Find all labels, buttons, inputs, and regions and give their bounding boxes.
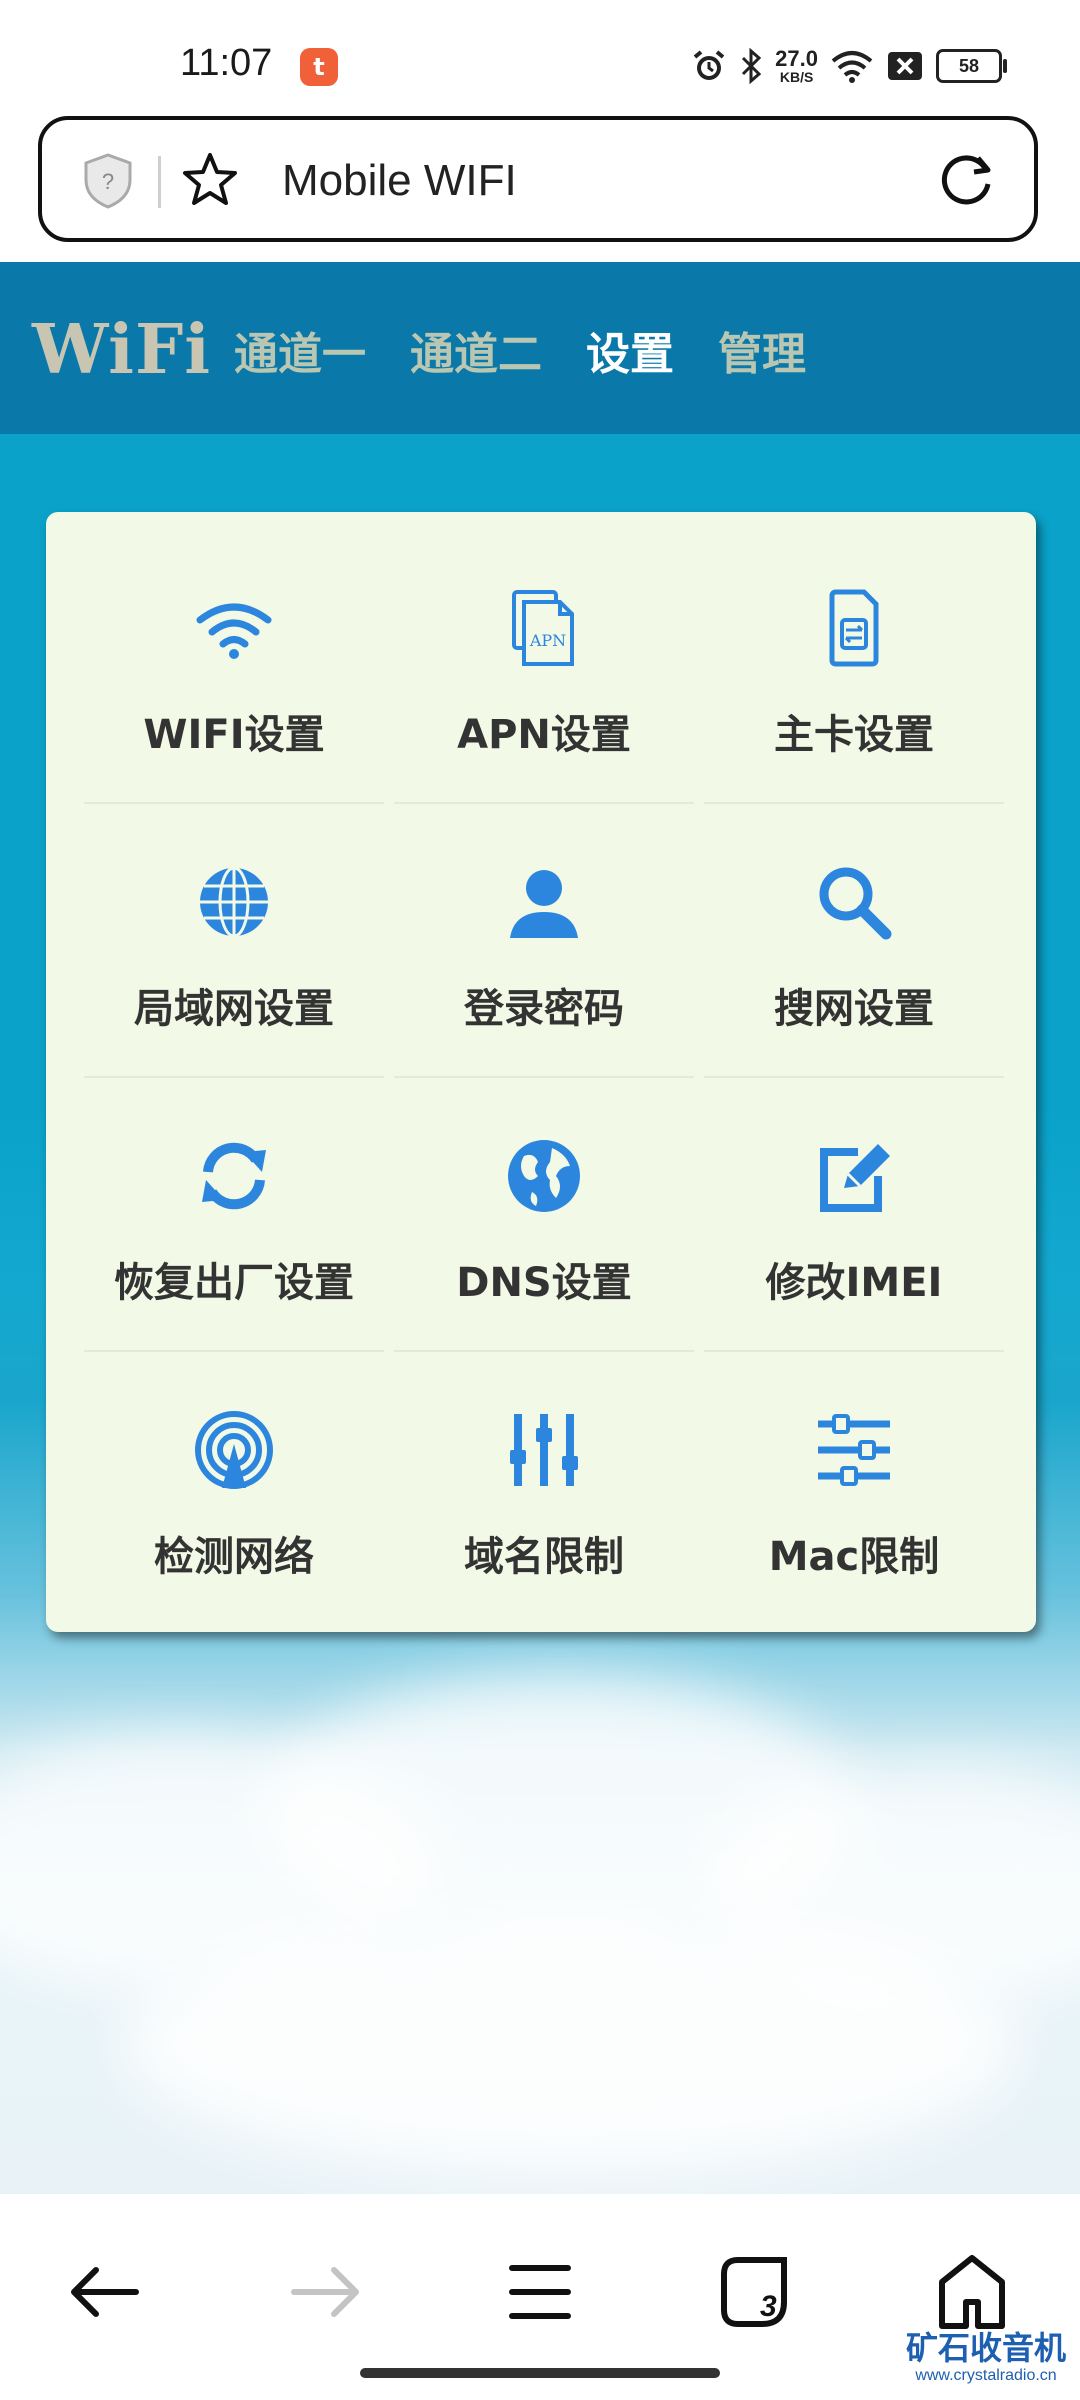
broadcast-icon	[195, 1411, 273, 1489]
tile-label: 登录密码	[464, 986, 624, 1032]
refresh-icon	[202, 1142, 266, 1210]
network-check-tile[interactable]: 检测网络	[84, 1352, 384, 1624]
sliders-vertical-icon	[510, 1414, 578, 1486]
menu-icon[interactable]	[500, 2252, 580, 2332]
app-notification-icon: t	[300, 48, 338, 86]
settings-panel: WIFI设置 APN APN设置 主卡设置 局域网设置 登录密码 搜网设置 恢复…	[46, 512, 1036, 1632]
nav-channel-1[interactable]: 通道一	[234, 318, 366, 382]
search-icon	[819, 867, 892, 940]
wifi-settings-tile[interactable]: WIFI设置	[84, 530, 384, 804]
nav-management[interactable]: 管理	[718, 318, 806, 382]
status-icons: 27.0 KB/S 58	[691, 44, 1007, 88]
apn-document-icon: APN	[512, 590, 574, 666]
tabs-icon	[721, 2257, 787, 2327]
bluetooth-icon	[742, 48, 762, 84]
shield-icon[interactable]: ?	[82, 152, 134, 210]
wifi-icon	[831, 51, 873, 83]
watermark: 矿石收音机 www.crystalradio.cn	[906, 2330, 1066, 2386]
wifi-icon	[196, 603, 272, 659]
bookmark-star-icon[interactable]	[180, 150, 240, 210]
sim-card-icon	[829, 589, 879, 667]
status-bar: 11:07 t 27.0 KB/S 58	[0, 0, 1080, 112]
sliders-horizontal-icon	[818, 1414, 890, 1486]
tile-label: APN设置	[457, 712, 631, 758]
login-password-tile[interactable]: 登录密码	[394, 804, 694, 1078]
watermark-url: www.crystalradio.cn	[915, 2367, 1057, 2384]
network-search-settings-tile[interactable]: 搜网设置	[704, 804, 1004, 1078]
home-icon[interactable]	[932, 2252, 1012, 2332]
tile-label: DNS设置	[456, 1260, 632, 1306]
alarm-icon	[693, 50, 725, 80]
svg-text:?: ?	[102, 169, 114, 194]
tile-label: 修改IMEI	[765, 1260, 943, 1306]
address-bar[interactable]: ? Mobile WIFI	[38, 116, 1038, 242]
nav-settings[interactable]: 设置	[586, 318, 674, 382]
tile-label: 局域网设置	[134, 986, 334, 1032]
reload-icon[interactable]	[936, 148, 998, 210]
globe-icon	[200, 866, 268, 938]
battery-icon: 58	[936, 49, 1007, 83]
tile-label: 搜网设置	[774, 986, 934, 1032]
back-arrow-icon[interactable]	[64, 2252, 144, 2332]
tile-label: 恢复出厂设置	[114, 1260, 354, 1306]
gesture-home-indicator[interactable]	[360, 2368, 720, 2378]
address-bar-divider	[158, 156, 161, 208]
site-nav: 通道一 通道二 设置 管理	[234, 318, 806, 382]
tile-label: 检测网络	[154, 1534, 314, 1580]
primary-sim-settings-tile[interactable]: 主卡设置	[704, 530, 1004, 804]
sim-off-icon	[888, 52, 922, 80]
tile-label: WIFI设置	[143, 712, 325, 758]
factory-reset-tile[interactable]: 恢复出厂设置	[84, 1078, 384, 1352]
tile-label: Mac限制	[768, 1534, 940, 1580]
network-speed: 27.0 KB/S	[775, 46, 818, 85]
page-title[interactable]: Mobile WIFI	[282, 156, 517, 206]
lan-settings-tile[interactable]: 局域网设置	[84, 804, 384, 1078]
domain-restriction-tile[interactable]: 域名限制	[394, 1352, 694, 1624]
dns-settings-tile[interactable]: DNS设置	[394, 1078, 694, 1352]
modify-imei-tile[interactable]: 修改IMEI	[704, 1078, 1004, 1352]
mac-restriction-tile[interactable]: Mac限制	[704, 1352, 1004, 1624]
forward-arrow-icon[interactable]	[286, 2252, 366, 2332]
site-logo: WiFi	[32, 310, 212, 390]
watermark-title: 矿石收音机	[906, 2329, 1067, 2367]
earth-icon	[508, 1140, 580, 1212]
edit-icon	[820, 1144, 890, 1212]
tile-label: 主卡设置	[774, 712, 934, 758]
apn-settings-tile[interactable]: APN APN设置	[394, 530, 694, 804]
status-time: 11:07	[180, 42, 273, 84]
user-icon	[510, 870, 578, 938]
tab-count: 3	[760, 2290, 777, 2323]
tile-label: 域名限制	[464, 1534, 624, 1580]
tabs-button[interactable]: 3	[716, 2252, 796, 2332]
site-header: WiFi 通道一 通道二 设置 管理	[0, 262, 1080, 434]
nav-channel-2[interactable]: 通道二	[410, 318, 542, 382]
svg-text:APN: APN	[529, 631, 566, 650]
